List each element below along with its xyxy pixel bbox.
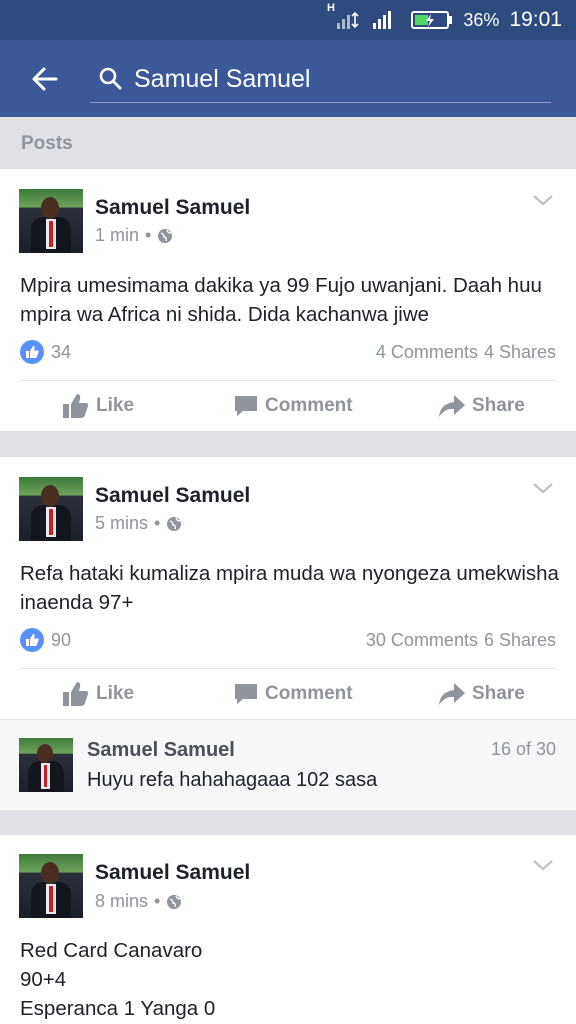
post-meta: 1 min •: [95, 225, 173, 246]
post-meta: 5 mins •: [95, 513, 182, 534]
post-meta: 8 mins •: [95, 891, 182, 912]
divider: [20, 380, 556, 381]
clock: 19:01: [509, 8, 562, 31]
network-type-label: H: [327, 2, 335, 14]
search-input[interactable]: [134, 62, 534, 96]
like-button[interactable]: Like: [62, 393, 134, 419]
post-card: Samuel Samuel 8 mins • Red Card Canavaro…: [0, 835, 576, 1024]
like-label: Like: [96, 683, 135, 704]
like-reaction-icon: [20, 340, 44, 364]
back-arrow-icon[interactable]: [28, 62, 62, 96]
search-bar[interactable]: [90, 58, 551, 103]
meta-separator: •: [154, 513, 161, 533]
engagement-counts[interactable]: 4 Comments 4 Shares: [376, 342, 556, 363]
battery-percent: 36%: [463, 9, 500, 30]
avatar[interactable]: [19, 189, 83, 253]
share-label: Share: [472, 683, 525, 704]
share-button[interactable]: Share: [438, 681, 525, 707]
section-title: Posts: [21, 133, 73, 154]
signal-icon: [337, 9, 401, 31]
meta-separator: •: [145, 225, 152, 245]
comment-button[interactable]: Comment: [233, 393, 353, 419]
comment-button[interactable]: Comment: [233, 681, 353, 707]
divider: [20, 668, 556, 669]
posts-section-header: Posts: [0, 117, 576, 169]
comment-author[interactable]: Samuel Samuel: [87, 739, 235, 762]
post-text-line: Esperanca 1 Yanga 0: [20, 997, 216, 1020]
like-reaction-icon: [20, 628, 44, 652]
share-count[interactable]: 4 Shares: [484, 342, 556, 363]
post-card: Samuel Samuel 1 min • Mpira umesimama da…: [0, 169, 576, 431]
chevron-down-icon[interactable]: [532, 858, 554, 872]
post-text: Refa hataki kumaliza mpira muda wa nyong…: [20, 562, 559, 614]
post-time[interactable]: 1 min: [95, 225, 139, 246]
post-text: Red Card Canavaro 90+4 Esperanca 1 Yanga…: [20, 936, 560, 1023]
post-text-line: Red Card Canavaro: [20, 939, 203, 962]
globe-icon: [166, 516, 182, 532]
search-icon: [98, 66, 122, 90]
comment-label: Comment: [265, 395, 353, 416]
like-count[interactable]: 34: [51, 342, 71, 363]
commenter-avatar[interactable]: [19, 738, 73, 792]
post-time[interactable]: 8 mins: [95, 891, 148, 912]
like-button[interactable]: Like: [62, 681, 134, 707]
comment-count[interactable]: 30 Comments: [366, 630, 478, 651]
globe-icon: [166, 894, 182, 910]
status-bar: H 36% 19:01: [0, 0, 576, 40]
comment-label: Comment: [265, 683, 353, 704]
post-time[interactable]: 5 mins: [95, 513, 148, 534]
post-author[interactable]: Samuel Samuel: [95, 196, 250, 220]
comment-preview[interactable]: Samuel Samuel Huyu refa hahahagaaa 102 s…: [0, 719, 576, 810]
post-author[interactable]: Samuel Samuel: [95, 861, 250, 885]
app-bar: [0, 40, 576, 117]
post-text: Mpira umesimama dakika ya 99 Fujo uwanja…: [20, 274, 542, 326]
share-count[interactable]: 6 Shares: [484, 630, 556, 651]
share-label: Share: [472, 395, 525, 416]
like-label: Like: [96, 395, 135, 416]
like-count[interactable]: 90: [51, 630, 71, 651]
engagement-counts[interactable]: 30 Comments 6 Shares: [366, 630, 556, 651]
avatar[interactable]: [19, 477, 83, 541]
comment-count[interactable]: 4 Comments: [376, 342, 478, 363]
comment-text: Huyu refa hahahagaaa 102 sasa: [87, 769, 378, 791]
battery-icon: [411, 9, 453, 31]
avatar[interactable]: [19, 854, 83, 918]
post-text-line: 90+4: [20, 968, 67, 991]
globe-icon: [157, 228, 173, 244]
share-button[interactable]: Share: [438, 393, 525, 419]
chevron-down-icon[interactable]: [532, 193, 554, 207]
post-author[interactable]: Samuel Samuel: [95, 484, 250, 508]
chevron-down-icon[interactable]: [532, 481, 554, 495]
comment-position: 16 of 30: [490, 739, 556, 759]
meta-separator: •: [154, 891, 161, 911]
